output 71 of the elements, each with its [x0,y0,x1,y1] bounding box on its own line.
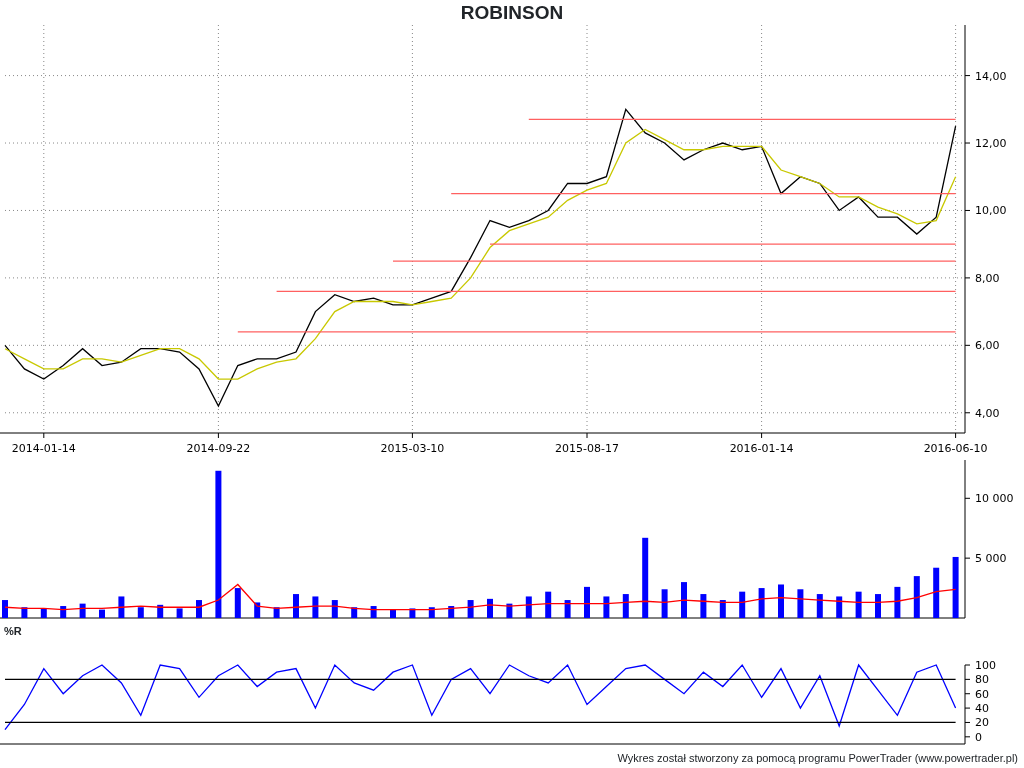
volume-bar [157,604,164,618]
volume-bar [758,588,765,618]
volume-bar [293,594,299,618]
volume-bar [719,600,726,618]
axis-label: 100 [975,659,996,672]
volume-bar [894,586,901,618]
axis-label: 40 [975,702,989,716]
volume-bar [584,586,590,618]
volume-bar [118,596,125,618]
axis-label: 6,00 [975,339,1000,353]
axis-label: 4,00 [975,406,1000,420]
volume-bar [448,606,455,618]
axis-label: 20 [975,716,989,730]
volume-bar [331,600,338,618]
volume-bar [273,607,280,618]
axis-label: 60 [975,687,989,701]
volume-bar [797,589,804,618]
volume-bar [816,594,823,618]
volume-bar [933,567,940,618]
volume-bar [40,608,47,618]
volume-bar [390,609,396,618]
volume-bar [254,602,261,618]
axis-label: 5 000 [975,552,1007,566]
volume-bar [545,591,552,618]
axis-label: 8,00 [975,271,1000,285]
volume-bar [855,591,862,618]
volume-bar [312,596,319,618]
volume-bar [176,608,183,618]
chart-title: ROBINSON [459,1,565,25]
volume-bar [661,589,668,618]
indicator-label: %R [3,624,23,639]
volume-bar [952,556,959,618]
axis-label: 2016-06-10 [923,442,988,455]
volume-bar [622,594,629,618]
volume-bar [525,596,532,618]
volume-bar [564,600,571,618]
volume-bar [409,608,416,618]
volume-bar [137,607,144,618]
footer-credit: Wykres został stworzony za pomocą programu PowerTrader (www.powertrader.pl) [616,751,1019,766]
volume-bar [700,594,707,618]
axis-label: 12,00 [975,137,1007,150]
axis-label: 2016-01-14 [729,442,794,455]
volume-bar [487,598,493,618]
axis-label: 80 [975,673,989,687]
volume-bar [370,606,377,618]
volume-bar [21,607,28,618]
volume-bar [681,582,687,618]
volume-bar [778,584,784,618]
volume-bar [2,600,8,618]
volume-bar [467,600,474,618]
axis-label: 10,00 [975,204,1007,218]
volume-bar [428,607,435,618]
volume-bar [196,600,202,618]
volume-bar [234,588,241,618]
axis-label: 2015-03-10 [380,442,445,455]
axis-label: 10 000 [975,492,1014,506]
volume-bar [60,606,67,618]
volume-bar [836,596,843,618]
volume-bar [506,603,513,618]
volume-bar [875,594,881,618]
axis-label: 2014-01-14 [11,442,76,455]
axis-label: 0 [975,730,982,744]
volume-bar [739,591,746,618]
volume-bar [351,607,358,618]
volume-bar [603,596,610,618]
volume-bar [79,603,86,618]
volume-bar [99,609,105,618]
axis-label: 2015-08-17 [555,442,619,455]
axis-label: 14,00 [975,69,1007,83]
axis-label: 2014-09-22 [186,442,251,455]
volume-bar [913,576,920,618]
